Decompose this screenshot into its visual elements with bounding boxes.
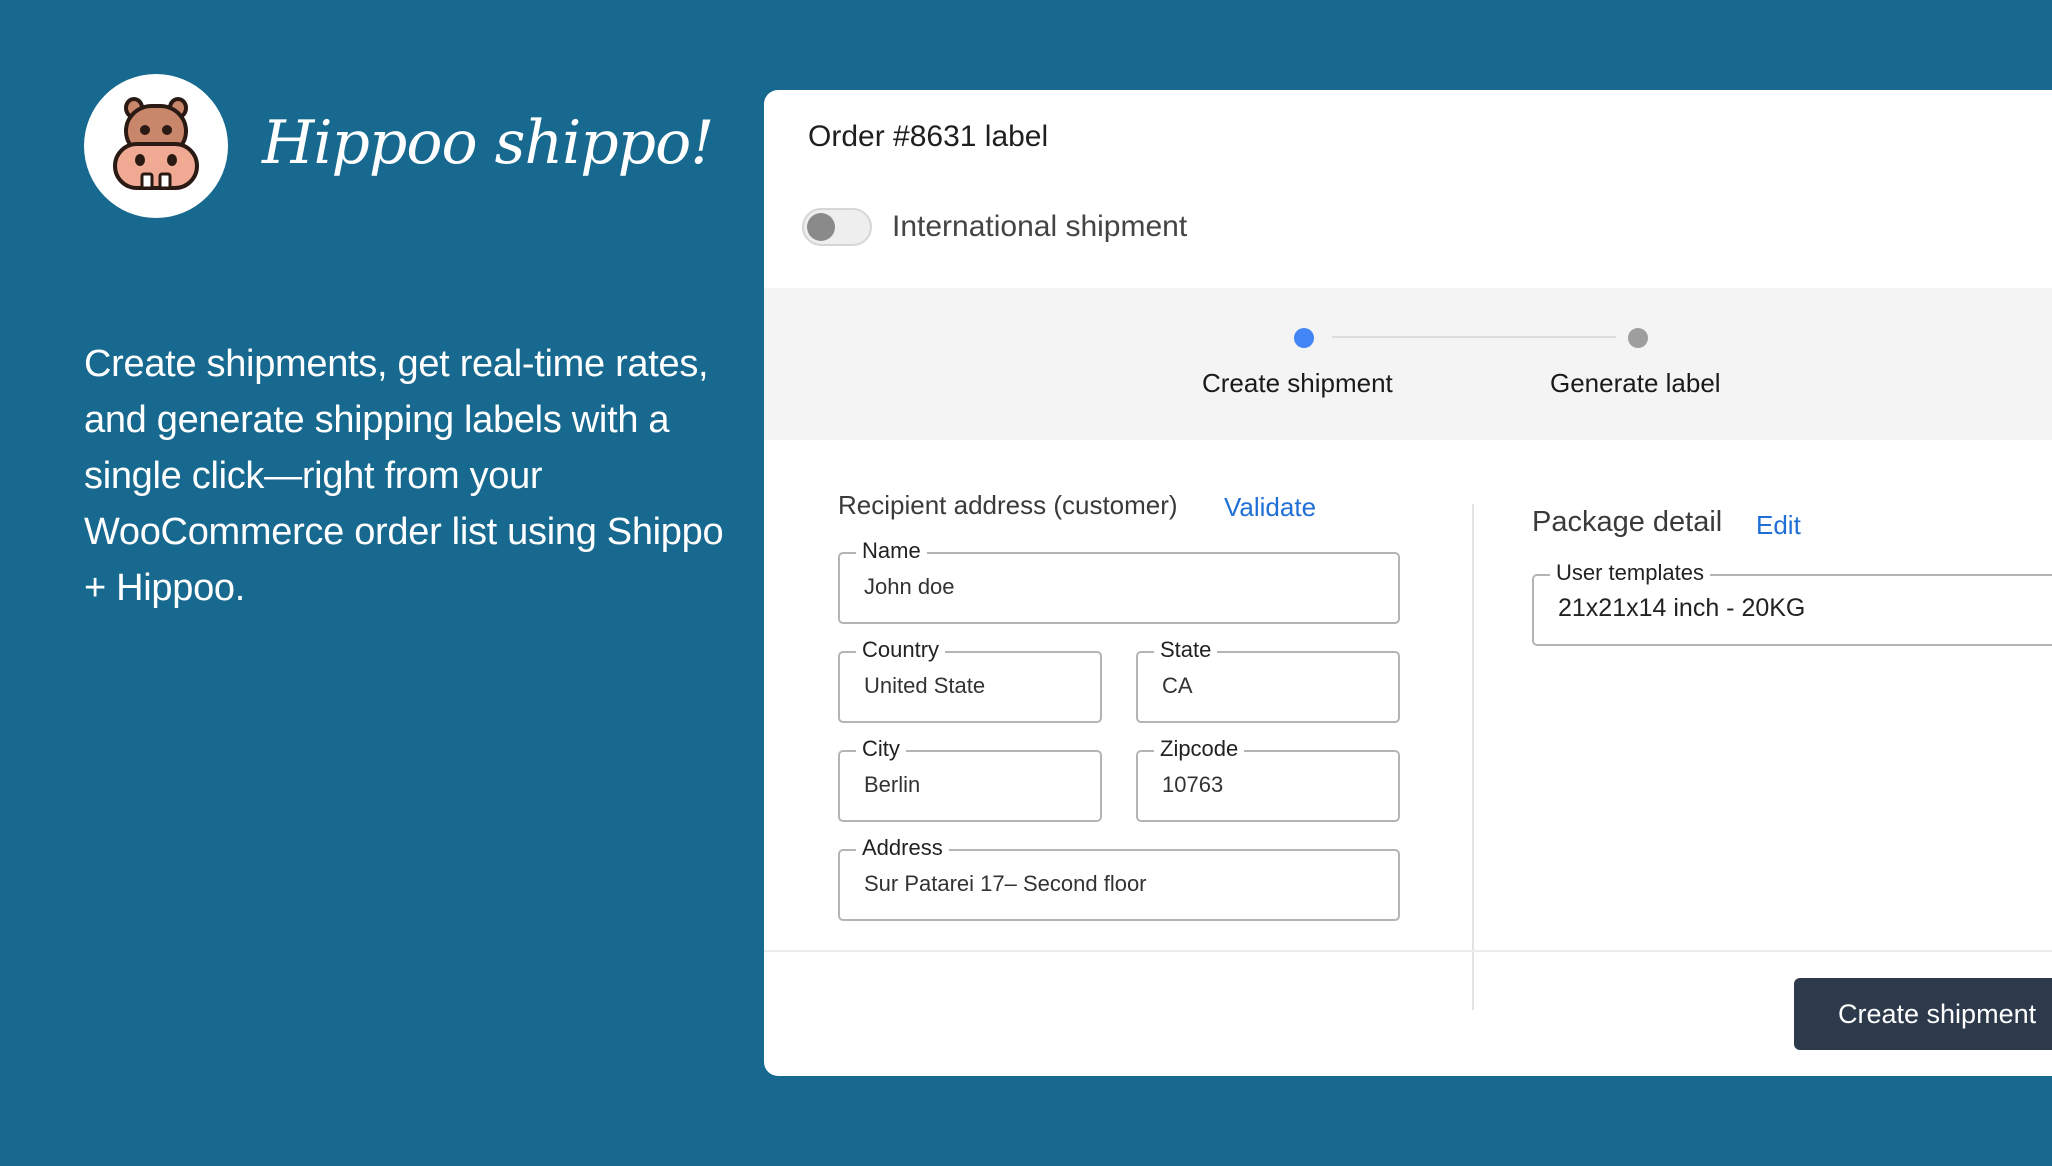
state-field-label: State <box>1154 635 1218 665</box>
package-detail-title: Package detail <box>1532 506 1723 538</box>
toggle-knob <box>807 213 835 241</box>
state-field-value: CA <box>1162 673 1193 698</box>
international-shipment-label: International shipment <box>892 210 1188 243</box>
footer-divider <box>764 950 2052 952</box>
brand-tagline: Create shipments, get real-time rates, a… <box>84 343 724 609</box>
create-shipment-button[interactable]: Create shipment <box>1794 978 2052 1050</box>
brand-title: Hippoo shippo! <box>262 108 714 178</box>
international-shipment-toggle[interactable] <box>802 208 872 246</box>
step-generate-label-label: Generate label <box>1550 368 1721 398</box>
zipcode-field-label: Zipcode <box>1154 734 1245 764</box>
edit-package-link[interactable]: Edit <box>1756 510 1801 541</box>
address-field-value: Sur Patarei 17– Second floor <box>864 871 1147 896</box>
hippo-icon <box>113 97 199 190</box>
zipcode-field-value: 10763 <box>1162 772 1224 797</box>
brand-logo <box>84 74 228 218</box>
country-field[interactable]: Country United State <box>838 635 1102 723</box>
user-templates-label: User templates <box>1550 558 1710 588</box>
zipcode-field[interactable]: Zipcode 10763 <box>1136 734 1400 822</box>
city-field-label: City <box>856 734 906 764</box>
recipient-address-title: Recipient address (customer) <box>838 490 1178 520</box>
validate-link[interactable]: Validate <box>1224 492 1316 523</box>
address-field-label: Address <box>856 833 949 863</box>
shipment-label-dialog: Order #8631 label International shipment… <box>764 90 2052 1076</box>
country-field-value: United State <box>864 673 986 698</box>
city-field-value: Berlin <box>864 772 921 797</box>
state-field[interactable]: State CA <box>1136 635 1400 723</box>
user-templates-select[interactable]: User templates 21x21x14 inch - 20KG <box>1532 558 2052 646</box>
step-generate-label-dot <box>1628 328 1648 348</box>
step-create-shipment-dot <box>1294 328 1314 348</box>
dialog-title: Order #8631 label <box>808 120 1049 153</box>
country-field-label: Country <box>856 635 946 665</box>
name-field-label: Name <box>856 536 927 566</box>
user-templates-value: 21x21x14 inch - 20KG <box>1558 594 1806 622</box>
city-field[interactable]: City Berlin <box>838 734 1102 822</box>
address-field[interactable]: Address Sur Patarei 17– Second floor <box>838 833 1400 921</box>
section-divider <box>1472 504 1474 1010</box>
name-field-value: John doe <box>864 574 955 599</box>
step-connector <box>1332 336 1616 338</box>
name-field[interactable]: Name John doe <box>838 536 1400 624</box>
stepper <box>764 288 2052 440</box>
page-canvas: Hippoo shippo! Create shipments, get rea… <box>0 0 2052 1166</box>
step-create-shipment-label: Create shipment <box>1202 368 1393 398</box>
